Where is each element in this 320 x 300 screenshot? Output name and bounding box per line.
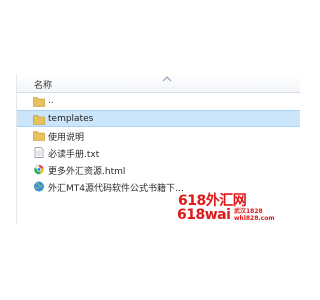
file-row-templates[interactable]: templates	[17, 110, 300, 127]
file-row-mt4-link[interactable]: 外汇MT4源代码软件公式书籍下…	[17, 178, 300, 195]
folder-icon	[33, 131, 45, 141]
file-row-parent[interactable]: ..	[17, 93, 300, 110]
file-name: 更多外汇资源.html	[48, 167, 126, 177]
file-name: 使用说明	[48, 133, 85, 143]
sort-arrow-icon	[162, 76, 172, 82]
file-name: ..	[48, 96, 54, 106]
file-name: 外汇MT4源代码软件公式书籍下…	[48, 184, 184, 194]
text-file-icon	[34, 147, 44, 158]
file-explorer-panel: 名称 .. templates 使用说明 必读手册.txt 更多外汇资源.htm…	[16, 74, 300, 224]
file-row-more-resources-html[interactable]: 更多外汇资源.html	[17, 161, 300, 178]
file-name: templates	[48, 114, 94, 124]
html-file-icon	[34, 164, 44, 175]
file-name: 必读手册.txt	[48, 150, 100, 160]
file-row-manual-txt[interactable]: 必读手册.txt	[17, 144, 300, 161]
file-row-instructions[interactable]: 使用说明	[17, 127, 300, 144]
web-link-icon	[34, 181, 44, 192]
folder-icon	[33, 115, 45, 125]
name-column-header[interactable]: 名称	[17, 74, 300, 93]
folder-icon	[33, 97, 45, 107]
file-list: .. templates 使用说明 必读手册.txt 更多外汇资源.html 外…	[17, 93, 300, 195]
name-column-label: 名称	[34, 81, 53, 91]
